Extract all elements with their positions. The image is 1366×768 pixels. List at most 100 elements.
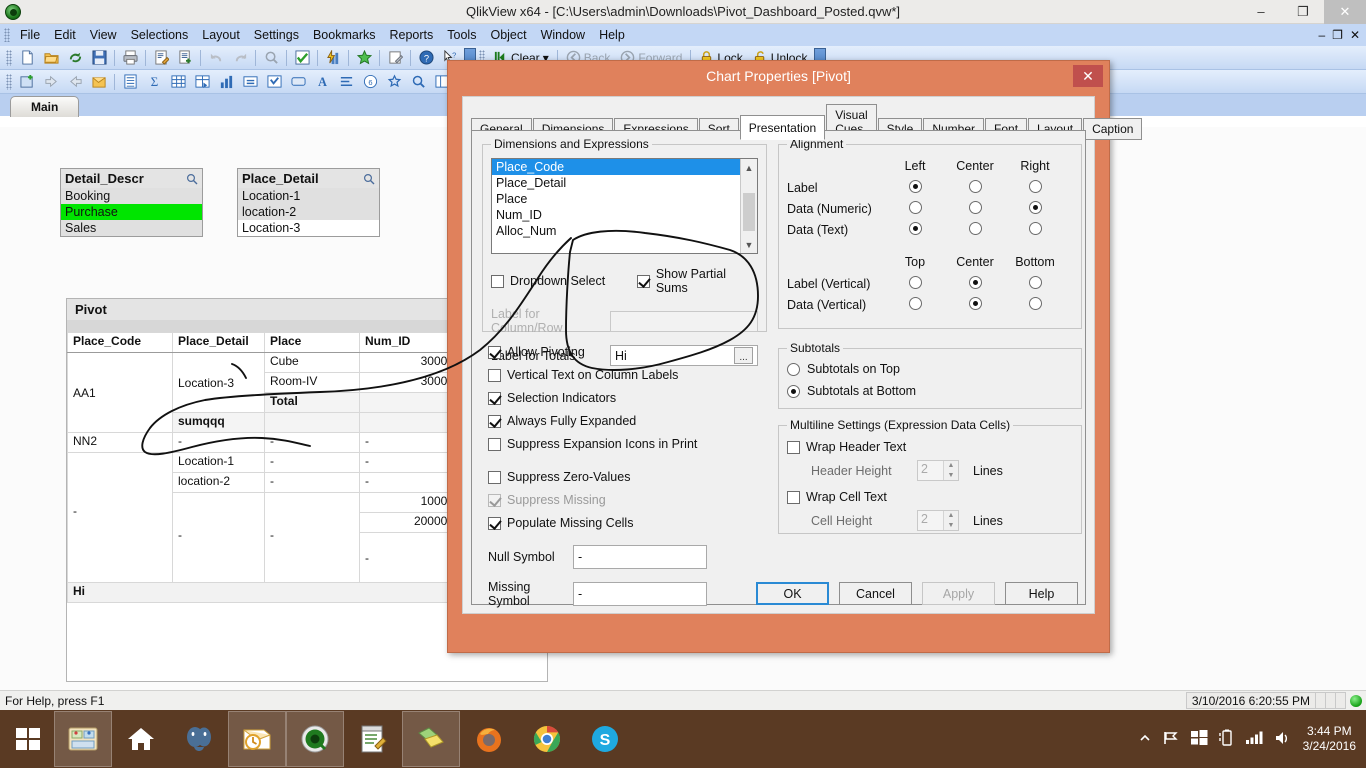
alignment-label-vertical-bottom-radio[interactable] bbox=[1005, 276, 1065, 292]
print-button[interactable] bbox=[119, 48, 141, 68]
menu-item-tools[interactable]: Tools bbox=[440, 26, 483, 44]
pivot-cell-place-code[interactable]: NN2 bbox=[67, 432, 173, 453]
pivot-cell-num-id[interactable]: 30000 bbox=[359, 372, 460, 393]
pivot-cell-place-code-dash[interactable]: - bbox=[67, 452, 173, 583]
alignment-label-left-radio[interactable] bbox=[885, 180, 945, 196]
redo-button[interactable] bbox=[229, 48, 251, 68]
alignment-data-text-right-radio[interactable] bbox=[1005, 222, 1065, 238]
wrap-cell-text-checkbox[interactable]: Wrap Cell Text bbox=[787, 490, 1073, 504]
firefox-button[interactable] bbox=[460, 711, 518, 767]
pivot-cell-place[interactable]: - bbox=[264, 432, 360, 453]
volume-icon[interactable] bbox=[1274, 730, 1292, 749]
cancel-button[interactable]: Cancel bbox=[839, 582, 912, 605]
ok-button[interactable]: OK bbox=[756, 582, 829, 605]
checkbox-box[interactable] bbox=[488, 368, 501, 382]
suppress-expansion-icons-checkbox[interactable]: Suppress Expansion Icons in Print bbox=[488, 437, 778, 451]
checkbox-box[interactable] bbox=[488, 437, 501, 451]
alignment-data-vertical-bottom-radio[interactable] bbox=[1005, 297, 1065, 313]
search-icon[interactable] bbox=[363, 173, 375, 185]
dimension-item-place-code[interactable]: Place_Code bbox=[492, 159, 757, 175]
listbox-place-detail-item-location-1[interactable]: Location-1 bbox=[238, 188, 379, 204]
stepper-down-icon[interactable]: ▼ bbox=[944, 520, 958, 530]
pivot-cell-place[interactable]: Cube bbox=[264, 352, 360, 373]
radio-button[interactable] bbox=[1028, 297, 1042, 310]
taskbar-clock[interactable]: 3:44 PM 3/24/2016 bbox=[1303, 724, 1356, 754]
open-document-button[interactable] bbox=[40, 48, 62, 68]
listbox-detail-descr-item-sales[interactable]: Sales bbox=[61, 220, 202, 236]
notepad-plus-plus-button[interactable] bbox=[344, 711, 402, 767]
new-statistics-box-button[interactable]: Σ bbox=[143, 72, 165, 92]
listbox-detail-descr-item-booking[interactable]: Booking bbox=[61, 188, 202, 204]
sheet-tab-main[interactable]: Main bbox=[10, 96, 80, 117]
pivot-cell-num-id[interactable]: - bbox=[359, 452, 460, 473]
checkbox-box[interactable] bbox=[636, 274, 650, 288]
radio-button[interactable] bbox=[968, 276, 982, 289]
listbox-place-detail[interactable]: Place_Detail Location-1 location-2 Locat… bbox=[237, 168, 380, 237]
pivot-cell-num-id[interactable]: - bbox=[359, 432, 460, 453]
stepper-up-icon[interactable]: ▲ bbox=[944, 461, 958, 471]
label-for-column-row-input[interactable] bbox=[610, 310, 758, 332]
edit-script-button[interactable] bbox=[150, 48, 172, 68]
new-text-object-button[interactable]: A bbox=[311, 72, 333, 92]
cell-height-value[interactable]: 2 bbox=[918, 511, 943, 530]
dimension-item-num-id[interactable]: Num_ID bbox=[492, 207, 757, 223]
pivot-cell-num-id-dash[interactable]: - bbox=[359, 532, 460, 583]
windows-icon[interactable] bbox=[1190, 729, 1208, 749]
new-multibox-button[interactable] bbox=[167, 72, 189, 92]
listbox-detail-descr-item-purchase[interactable]: Purchase bbox=[61, 204, 202, 220]
radio-button[interactable] bbox=[1028, 201, 1042, 214]
checkbox-box[interactable] bbox=[488, 470, 501, 484]
suppress-zero-values-checkbox[interactable]: Suppress Zero-Values bbox=[488, 470, 778, 484]
undo-button[interactable] bbox=[205, 48, 227, 68]
menu-item-layout[interactable]: Layout bbox=[195, 26, 247, 44]
edit-module-button[interactable] bbox=[384, 48, 406, 68]
radio-button[interactable] bbox=[1028, 276, 1042, 289]
help-button[interactable]: ? bbox=[415, 48, 437, 68]
mdi-restore-button[interactable]: ❐ bbox=[1332, 28, 1343, 42]
pivot-col-num-id[interactable]: Num_ID bbox=[359, 332, 460, 353]
new-sheet-button[interactable] bbox=[16, 72, 38, 92]
new-bookmark-object-button[interactable] bbox=[383, 72, 405, 92]
checkbox-box[interactable] bbox=[488, 516, 501, 530]
add-bookmark-button[interactable] bbox=[353, 48, 375, 68]
pivot-col-place-code[interactable]: Place_Code bbox=[67, 332, 173, 353]
save-button[interactable] bbox=[88, 48, 110, 68]
alignment-data-numeric-center-radio[interactable] bbox=[945, 201, 1005, 217]
qlikview-button[interactable] bbox=[286, 711, 344, 767]
alignment-data-vertical-center-radio[interactable] bbox=[945, 297, 1005, 313]
insert-sheet-button[interactable] bbox=[174, 48, 196, 68]
menu-item-edit[interactable]: Edit bbox=[47, 26, 83, 44]
search-icon[interactable] bbox=[186, 173, 198, 185]
checkbox-box[interactable] bbox=[488, 345, 501, 359]
current-selections-button[interactable] bbox=[291, 48, 313, 68]
checkbox-box[interactable] bbox=[491, 274, 504, 288]
stepper-down-icon[interactable]: ▼ bbox=[944, 470, 958, 480]
pivot-cell-place-dash[interactable]: - bbox=[264, 492, 360, 583]
alignment-label-vertical-top-radio[interactable] bbox=[885, 276, 945, 292]
listbox-detail-descr[interactable]: Detail_Descr Booking Purchase Sales bbox=[60, 168, 203, 237]
pivot-col-place[interactable]: Place bbox=[264, 332, 360, 353]
scrollbar-thumb[interactable] bbox=[743, 193, 755, 231]
chrome-button[interactable] bbox=[518, 711, 576, 767]
new-slider-calendar-button[interactable]: 6 bbox=[359, 72, 381, 92]
radio-button[interactable] bbox=[908, 297, 922, 310]
checkbox-box[interactable] bbox=[787, 440, 800, 454]
dimension-item-place-detail[interactable]: Place_Detail bbox=[492, 175, 757, 191]
dimension-item-partial[interactable] bbox=[492, 239, 757, 244]
menu-item-file[interactable]: File bbox=[13, 26, 47, 44]
new-document-button[interactable] bbox=[16, 48, 38, 68]
null-symbol-input[interactable]: - bbox=[573, 545, 707, 569]
alignment-label-vertical-center-radio[interactable] bbox=[945, 276, 1005, 292]
populate-missing-cells-checkbox[interactable]: Populate Missing Cells bbox=[488, 516, 778, 530]
pivot-col-place-detail[interactable]: Place_Detail bbox=[172, 332, 265, 353]
radio-button[interactable] bbox=[1028, 222, 1042, 235]
listbox-place-detail-item-location-2[interactable]: location-2 bbox=[238, 204, 379, 220]
dimensions-listbox[interactable]: Place_Code Place_Detail Place Num_ID All… bbox=[491, 158, 758, 254]
checkbox-box[interactable] bbox=[488, 414, 501, 428]
radio-button[interactable] bbox=[908, 276, 922, 289]
new-table-box-button[interactable] bbox=[191, 72, 213, 92]
pivot-cell-num-id[interactable]: 30000 bbox=[359, 352, 460, 373]
sheet-properties-button[interactable] bbox=[88, 72, 110, 92]
battery-icon[interactable] bbox=[1218, 729, 1234, 749]
show-hidden-icons-button[interactable] bbox=[1139, 732, 1151, 747]
